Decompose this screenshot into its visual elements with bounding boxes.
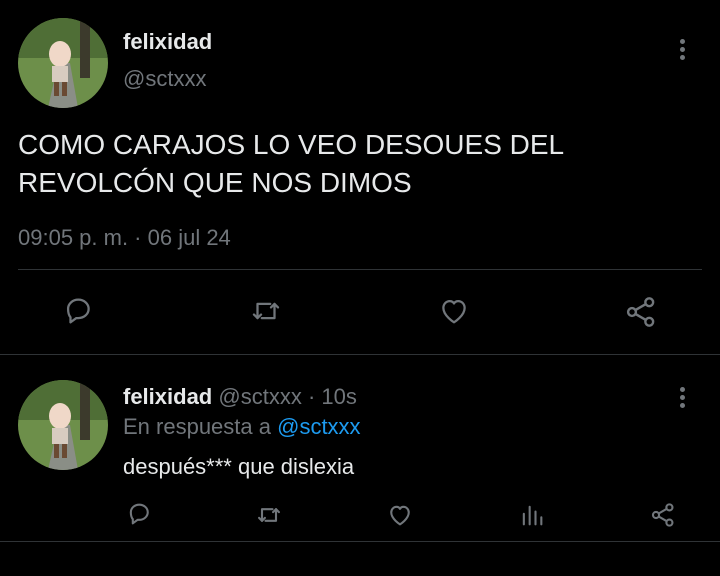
reply-action-icon[interactable] <box>125 500 153 528</box>
reply-header: felixidad @sctxxx · 10s <box>123 384 357 410</box>
tweet-text-line-2: REVOLCÓN QUE NOS DIMOS <box>18 167 412 198</box>
reply-time[interactable]: · 10s <box>308 384 357 409</box>
reply-more-options-icon[interactable] <box>680 387 686 411</box>
reply-avatar[interactable] <box>18 380 108 470</box>
share-icon[interactable] <box>623 294 659 330</box>
divider <box>0 354 720 355</box>
like-icon[interactable] <box>436 294 472 328</box>
views-icon[interactable] <box>518 501 546 529</box>
more-options-icon[interactable] <box>680 39 686 63</box>
avatar[interactable] <box>18 18 108 108</box>
reply-handle[interactable]: @sctxxx <box>218 384 301 409</box>
reply-display-name[interactable]: felixidad <box>123 384 212 409</box>
divider <box>0 541 720 542</box>
display-name[interactable]: felixidad <box>123 29 212 55</box>
reply-context-prefix: En respuesta a <box>123 414 271 439</box>
tweet-text-line-1: COMO CARAJOS LO VEO DESOUES DEL <box>18 129 565 160</box>
reply-to-link[interactable]: @sctxxx <box>277 414 360 439</box>
reply-text: después*** que dislexia <box>123 454 355 479</box>
reply-icon[interactable] <box>61 294 95 328</box>
reply-like-icon[interactable] <box>385 501 415 529</box>
tweet-text: COMO CARAJOS LO VEO DESOUES DEL REVOLCÓN… <box>18 126 564 202</box>
reply-context: En respuesta a @sctxxx <box>123 414 361 440</box>
reply-share-icon[interactable] <box>649 500 677 530</box>
handle[interactable]: @sctxxx <box>123 66 206 92</box>
reply-retweet-icon[interactable] <box>254 501 284 529</box>
retweet-icon[interactable] <box>248 294 284 328</box>
divider <box>18 269 702 270</box>
timestamp[interactable]: 09:05 p. m. · 06 jul 24 <box>18 225 231 251</box>
